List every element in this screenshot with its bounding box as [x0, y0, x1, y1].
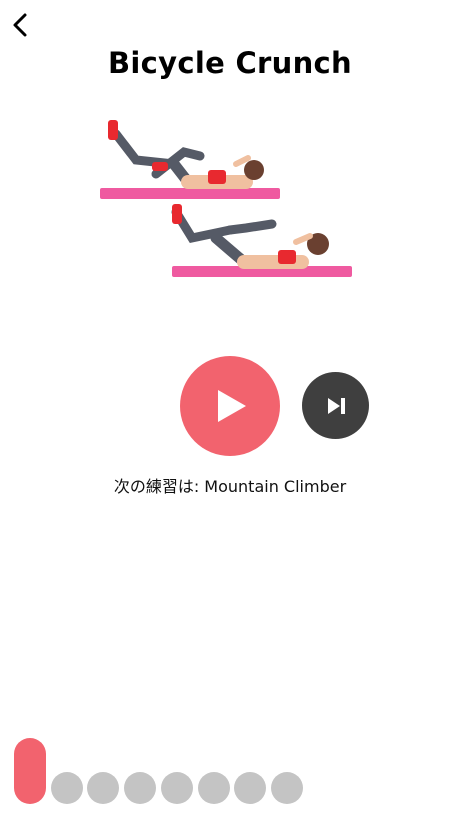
- progress-segment: [270, 772, 303, 804]
- progress-segment: [234, 772, 267, 804]
- progress-segment: [87, 772, 120, 804]
- exercise-illustration: [96, 112, 360, 282]
- skip-next-button[interactable]: [302, 372, 369, 439]
- back-button[interactable]: [6, 8, 34, 42]
- play-button[interactable]: [180, 356, 280, 456]
- next-exercise-label: 次の練習は: Mountain Climber: [113, 477, 347, 496]
- progress-segment: [50, 772, 83, 804]
- progress-segment: [160, 772, 193, 804]
- progress-segment: [14, 738, 46, 804]
- play-icon: [218, 390, 246, 422]
- chevron-left-icon: [13, 13, 27, 37]
- skip-next-icon: [327, 397, 345, 414]
- exercise-title: Bicycle Crunch: [108, 46, 352, 80]
- progress-segment: [124, 772, 157, 804]
- progress-segment: [197, 772, 230, 804]
